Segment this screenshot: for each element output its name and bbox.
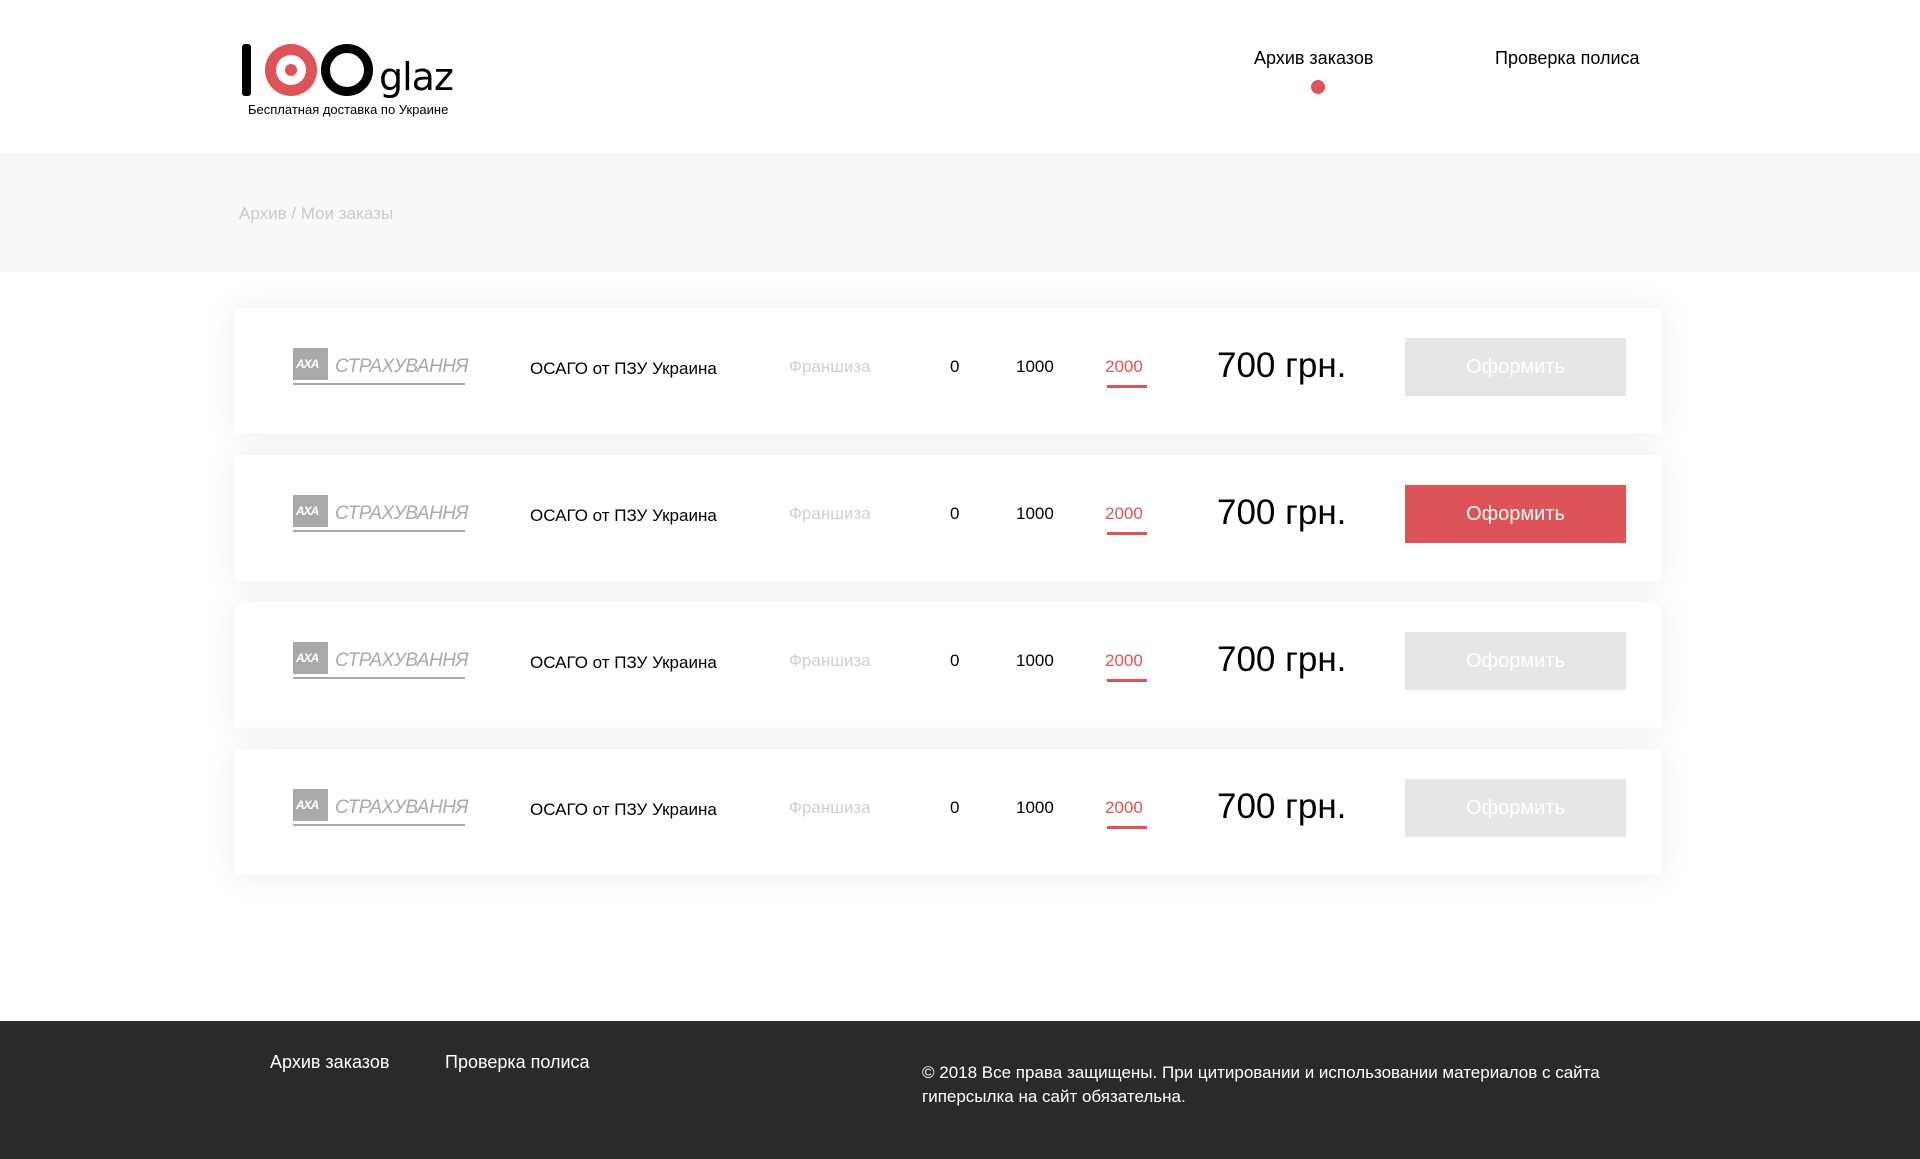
- breadcrumb-band: Архив / Мои заказы: [0, 153, 1920, 272]
- insurer-name: СТРАХУВАННЯ: [335, 650, 468, 671]
- breadcrumb: Архив / Мои заказы: [239, 204, 394, 223]
- franchise-label: Франшиза: [789, 798, 871, 817]
- franchise-option-0[interactable]: 0: [950, 357, 959, 377]
- offer-price: 700 грн.: [1217, 640, 1347, 679]
- insurer-name: СТРАХУВАННЯ: [335, 356, 468, 377]
- insurer-logo-underline: [293, 530, 465, 532]
- franchise-option-1000[interactable]: 1000: [1016, 504, 1054, 524]
- franchise-option-2000[interactable]: 2000: [1105, 504, 1143, 524]
- selected-option-underline: [1107, 826, 1147, 829]
- franchise-option-2000[interactable]: 2000: [1105, 651, 1143, 671]
- offer-row: AXA СТРАХУВАННЯ ОСАГО от ПЗУ Украина Фра…: [235, 749, 1661, 875]
- franchise-label: Франшиза: [789, 504, 871, 523]
- offer-list: AXA СТРАХУВАННЯ ОСАГО от ПЗУ Украина Фра…: [235, 308, 1661, 896]
- offer-row: AXA СТРАХУВАННЯ ОСАГО от ПЗУ Украина Фра…: [235, 602, 1661, 728]
- insurer-logo-underline: [293, 383, 465, 385]
- franchise-option-0[interactable]: 0: [950, 651, 959, 671]
- order-button[interactable]: Оформить: [1405, 632, 1626, 690]
- insurer-logo-underline: [293, 677, 465, 679]
- offer-price: 700 грн.: [1217, 787, 1347, 826]
- active-nav-indicator: [1311, 80, 1325, 94]
- franchise-option-1000[interactable]: 1000: [1016, 798, 1054, 818]
- franchise-option-0[interactable]: 0: [950, 798, 959, 818]
- offer-row: AXA СТРАХУВАННЯ ОСАГО от ПЗУ Украина Фра…: [235, 455, 1661, 581]
- top-nav: Архив заказов Проверка полиса: [0, 48, 1920, 108]
- order-button[interactable]: Оформить: [1405, 779, 1626, 837]
- offer-title: ОСАГО от ПЗУ Украина: [530, 800, 717, 819]
- axa-icon: AXA: [293, 495, 328, 527]
- insurer-logo-underline: [293, 824, 465, 826]
- franchise-option-1000[interactable]: 1000: [1016, 357, 1054, 377]
- selected-option-underline: [1107, 679, 1147, 682]
- offer-price: 700 грн.: [1217, 493, 1347, 532]
- franchise-option-1000[interactable]: 1000: [1016, 651, 1054, 671]
- insurer-name: СТРАХУВАННЯ: [335, 503, 468, 524]
- order-button[interactable]: Оформить: [1405, 485, 1626, 543]
- site-footer: Архив заказов Проверка полиса © 2018 Все…: [0, 1021, 1920, 1159]
- insurer-logo: AXA СТРАХУВАННЯ: [293, 348, 468, 390]
- axa-icon: AXA: [293, 642, 328, 674]
- order-button[interactable]: Оформить: [1405, 338, 1626, 396]
- nav-item-policy-check[interactable]: Проверка полиса: [1495, 48, 1640, 69]
- nav-item-archive[interactable]: Архив заказов: [1254, 48, 1373, 69]
- offer-row: AXA СТРАХУВАННЯ ОСАГО от ПЗУ Украина Фра…: [235, 308, 1661, 434]
- site-header: glaz Бесплатная доставка по Украине Архи…: [0, 0, 1920, 153]
- selected-option-underline: [1107, 532, 1147, 535]
- franchise-label: Франшиза: [789, 651, 871, 670]
- insurer-name: СТРАХУВАННЯ: [335, 797, 468, 818]
- insurer-logo: AXA СТРАХУВАННЯ: [293, 789, 468, 831]
- insurer-logo: AXA СТРАХУВАННЯ: [293, 495, 468, 537]
- franchise-option-2000[interactable]: 2000: [1105, 798, 1143, 818]
- offer-title: ОСАГО от ПЗУ Украина: [530, 653, 717, 672]
- offer-price: 700 грн.: [1217, 346, 1347, 385]
- offer-title: ОСАГО от ПЗУ Украина: [530, 506, 717, 525]
- offer-title: ОСАГО от ПЗУ Украина: [530, 359, 717, 378]
- footer-link-archive[interactable]: Архив заказов: [270, 1052, 389, 1073]
- insurer-logo: AXA СТРАХУВАННЯ: [293, 642, 468, 684]
- franchise-option-2000[interactable]: 2000: [1105, 357, 1143, 377]
- axa-icon: AXA: [293, 348, 328, 380]
- axa-icon: AXA: [293, 789, 328, 821]
- franchise-option-0[interactable]: 0: [950, 504, 959, 524]
- footer-link-policy-check[interactable]: Проверка полиса: [445, 1052, 590, 1073]
- copyright-text: © 2018 Все права защищены. При цитирован…: [922, 1063, 1600, 1106]
- franchise-label: Франшиза: [789, 357, 871, 376]
- selected-option-underline: [1107, 385, 1147, 388]
